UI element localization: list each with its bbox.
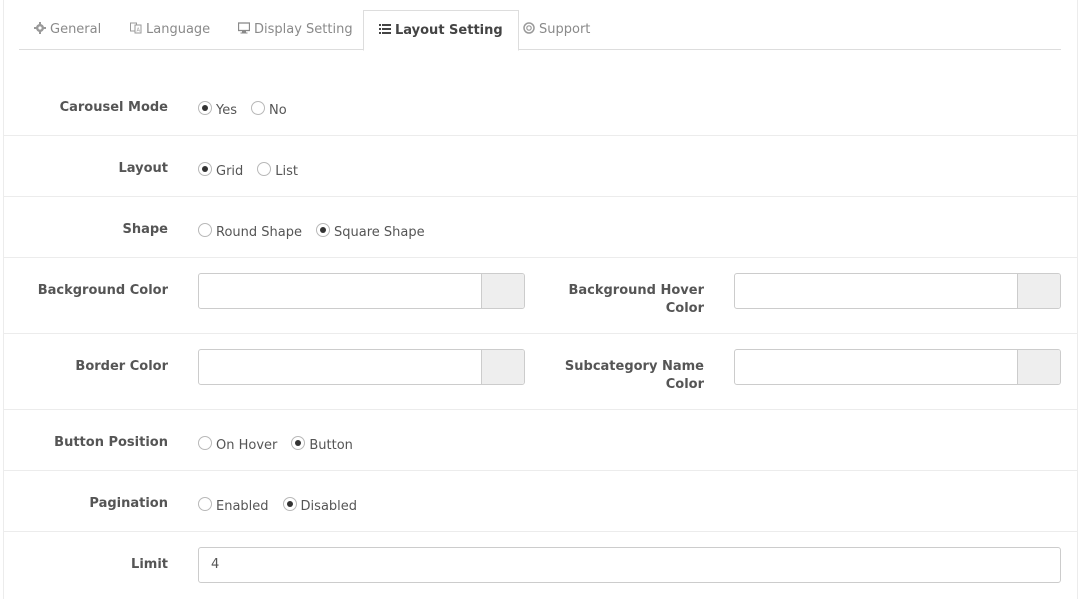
limit-input[interactable]: 4 — [198, 547, 1061, 583]
radio-unselected-icon[interactable] — [198, 496, 212, 511]
svg-text:A: A — [137, 28, 141, 34]
border-color-input[interactable] — [198, 349, 525, 385]
background-color-input[interactable] — [198, 273, 525, 309]
carousel-mode-row: Carousel Mode Yes No — [4, 75, 1077, 136]
settings-tabs: General A Language Display Setting Layout… — [19, 10, 1061, 51]
layout-label: Layout — [118, 161, 168, 176]
radio-selected-icon[interactable] — [282, 496, 297, 511]
background-color-swatch[interactable] — [481, 274, 524, 308]
radio-selected-icon[interactable] — [291, 435, 306, 450]
tab-display-setting[interactable]: Display Setting — [223, 10, 368, 50]
radio-unselected-icon[interactable] — [251, 100, 265, 115]
radio-unselected-icon[interactable] — [257, 161, 272, 176]
layout-options: Grid List — [198, 161, 312, 179]
carousel-mode-yes[interactable]: Yes — [198, 100, 237, 118]
shape-row: Shape Round Shape Square Shape — [4, 197, 1077, 258]
layout-list[interactable]: List — [257, 161, 298, 179]
button-position-label: Button Position — [54, 435, 168, 450]
border-color-label: Border Color — [75, 359, 168, 374]
button-position-on-hover[interactable]: On Hover — [198, 435, 277, 453]
tab-display-setting-label: Display Setting — [254, 22, 353, 37]
carousel-mode-label: Carousel Mode — [59, 100, 168, 115]
carousel-mode-no[interactable]: No — [251, 100, 287, 118]
language-icon: A — [130, 22, 142, 34]
shape-label: Shape — [122, 222, 168, 237]
tab-general[interactable]: General — [19, 10, 116, 50]
tab-general-label: General — [50, 22, 102, 37]
limit-row: Limit 4 — [4, 532, 1077, 599]
button-position-options: On Hover Button — [198, 435, 367, 453]
pagination-enabled[interactable]: Enabled — [198, 496, 269, 514]
radio-selected-icon[interactable] — [315, 222, 330, 237]
subcategory-name-color-swatch[interactable] — [1017, 350, 1060, 384]
border-color-row: Border Color Subcategory Name Color — [4, 334, 1077, 410]
tab-support-label: Support — [539, 22, 591, 37]
radio-selected-icon[interactable] — [198, 100, 212, 115]
radio-unselected-icon[interactable] — [198, 222, 212, 237]
button-position-row: Button Position On Hover Button — [4, 410, 1077, 471]
background-hover-color-swatch[interactable] — [1017, 274, 1060, 308]
pagination-disabled[interactable]: Disabled — [282, 496, 357, 514]
tab-layout-setting-label: Layout Setting — [395, 23, 503, 38]
radio-unselected-icon[interactable] — [198, 435, 212, 450]
shape-square[interactable]: Square Shape — [315, 222, 425, 240]
gear-icon — [34, 22, 46, 34]
limit-label: Limit — [131, 557, 168, 572]
background-hover-color-label: Background Hover Color — [568, 283, 704, 316]
life-ring-icon — [523, 22, 535, 34]
border-color-swatch[interactable] — [481, 350, 524, 384]
tab-support[interactable]: Support — [508, 10, 605, 50]
background-color-label: Background Color — [37, 283, 168, 298]
carousel-mode-options: Yes No — [198, 100, 301, 118]
background-hover-color-input[interactable] — [734, 273, 1061, 309]
pagination-label: Pagination — [89, 496, 168, 511]
shape-round[interactable]: Round Shape — [198, 222, 302, 240]
tab-language[interactable]: A Language — [115, 10, 225, 50]
list-icon — [379, 24, 391, 34]
background-color-row: Background Color Background Hover Color — [4, 258, 1077, 334]
shape-options: Round Shape Square Shape — [198, 222, 439, 240]
subcategory-name-color-label: Subcategory Name Color — [564, 359, 704, 392]
button-position-button[interactable]: Button — [291, 435, 353, 453]
pagination-options: Enabled Disabled — [198, 496, 371, 514]
radio-selected-icon[interactable] — [198, 161, 212, 176]
subcategory-name-color-input[interactable] — [734, 349, 1061, 385]
layout-grid[interactable]: Grid — [198, 161, 243, 179]
layout-row: Layout Grid List — [4, 136, 1077, 197]
desktop-icon — [238, 22, 250, 34]
tab-layout-setting[interactable]: Layout Setting — [363, 10, 519, 51]
tab-language-label: Language — [146, 22, 211, 37]
pagination-row: Pagination Enabled Disabled — [4, 471, 1077, 532]
